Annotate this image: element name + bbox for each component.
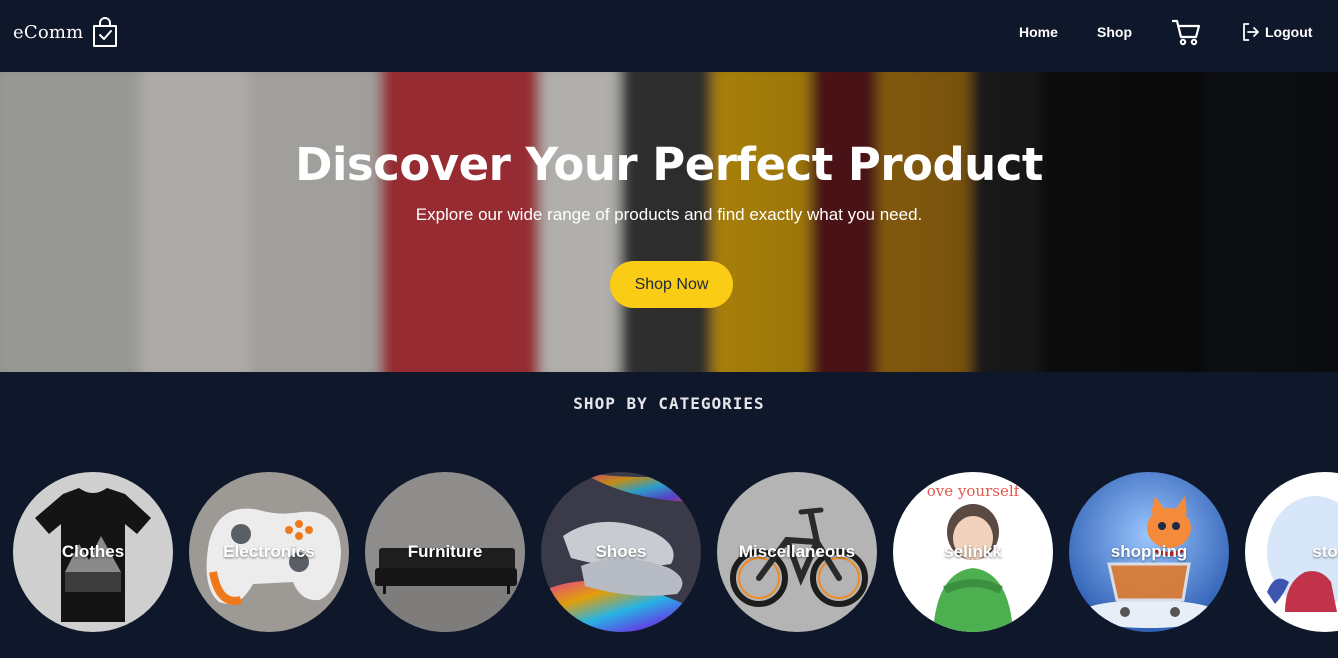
category-label: sto (1312, 542, 1338, 561)
category-label: Furniture (407, 542, 483, 561)
shop-now-button[interactable]: Shop Now (610, 261, 733, 308)
hero-banner: Discover Your Perfect Product Explore ou… (0, 72, 1338, 372)
cart-button[interactable] (1171, 18, 1201, 46)
brand-name: eComm (13, 21, 84, 43)
logout-button[interactable]: Logout (1241, 22, 1312, 42)
category-sto[interactable]: sto (1245, 472, 1338, 632)
category-label: Shoes (595, 542, 647, 561)
hero-subtitle: Explore our wide range of products and f… (415, 205, 923, 224)
category-miscellaneous[interactable]: Miscellaneous (717, 472, 877, 632)
category-label: selinkk (944, 542, 1002, 561)
category-label: shopping (1110, 542, 1188, 561)
logout-label: Logout (1265, 24, 1313, 40)
svg-text:ove yourself: ove yourself (927, 482, 1021, 500)
cart-icon (1171, 19, 1201, 46)
navbar: eComm Home Shop Logout (0, 0, 1338, 72)
category-shopping[interactable]: shopping (1069, 472, 1229, 632)
category-shoes[interactable]: Shoes (541, 472, 701, 632)
category-selinkk[interactable]: ove yourself selinkk (893, 472, 1053, 632)
category-clothes[interactable]: Clothes (13, 472, 173, 632)
category-label: Miscellaneous (738, 542, 856, 561)
category-furniture[interactable]: Furniture (365, 472, 525, 632)
nav-home-link[interactable]: Home (1019, 24, 1058, 40)
category-label: Electronics (223, 542, 315, 561)
category-carousel: Clothes Electronics Furniture Shoes Misc… (13, 472, 1338, 632)
category-label: Clothes (61, 542, 125, 561)
brand-logo[interactable]: eComm (13, 16, 119, 48)
hero-title: Discover Your Perfect Product (295, 138, 1043, 191)
nav-shop-link[interactable]: Shop (1097, 24, 1132, 40)
categories-heading: SHOP BY CATEGORIES (573, 394, 765, 413)
logout-icon (1243, 23, 1259, 41)
category-electronics[interactable]: Electronics (189, 472, 349, 632)
shopping-bag-icon (93, 17, 118, 47)
